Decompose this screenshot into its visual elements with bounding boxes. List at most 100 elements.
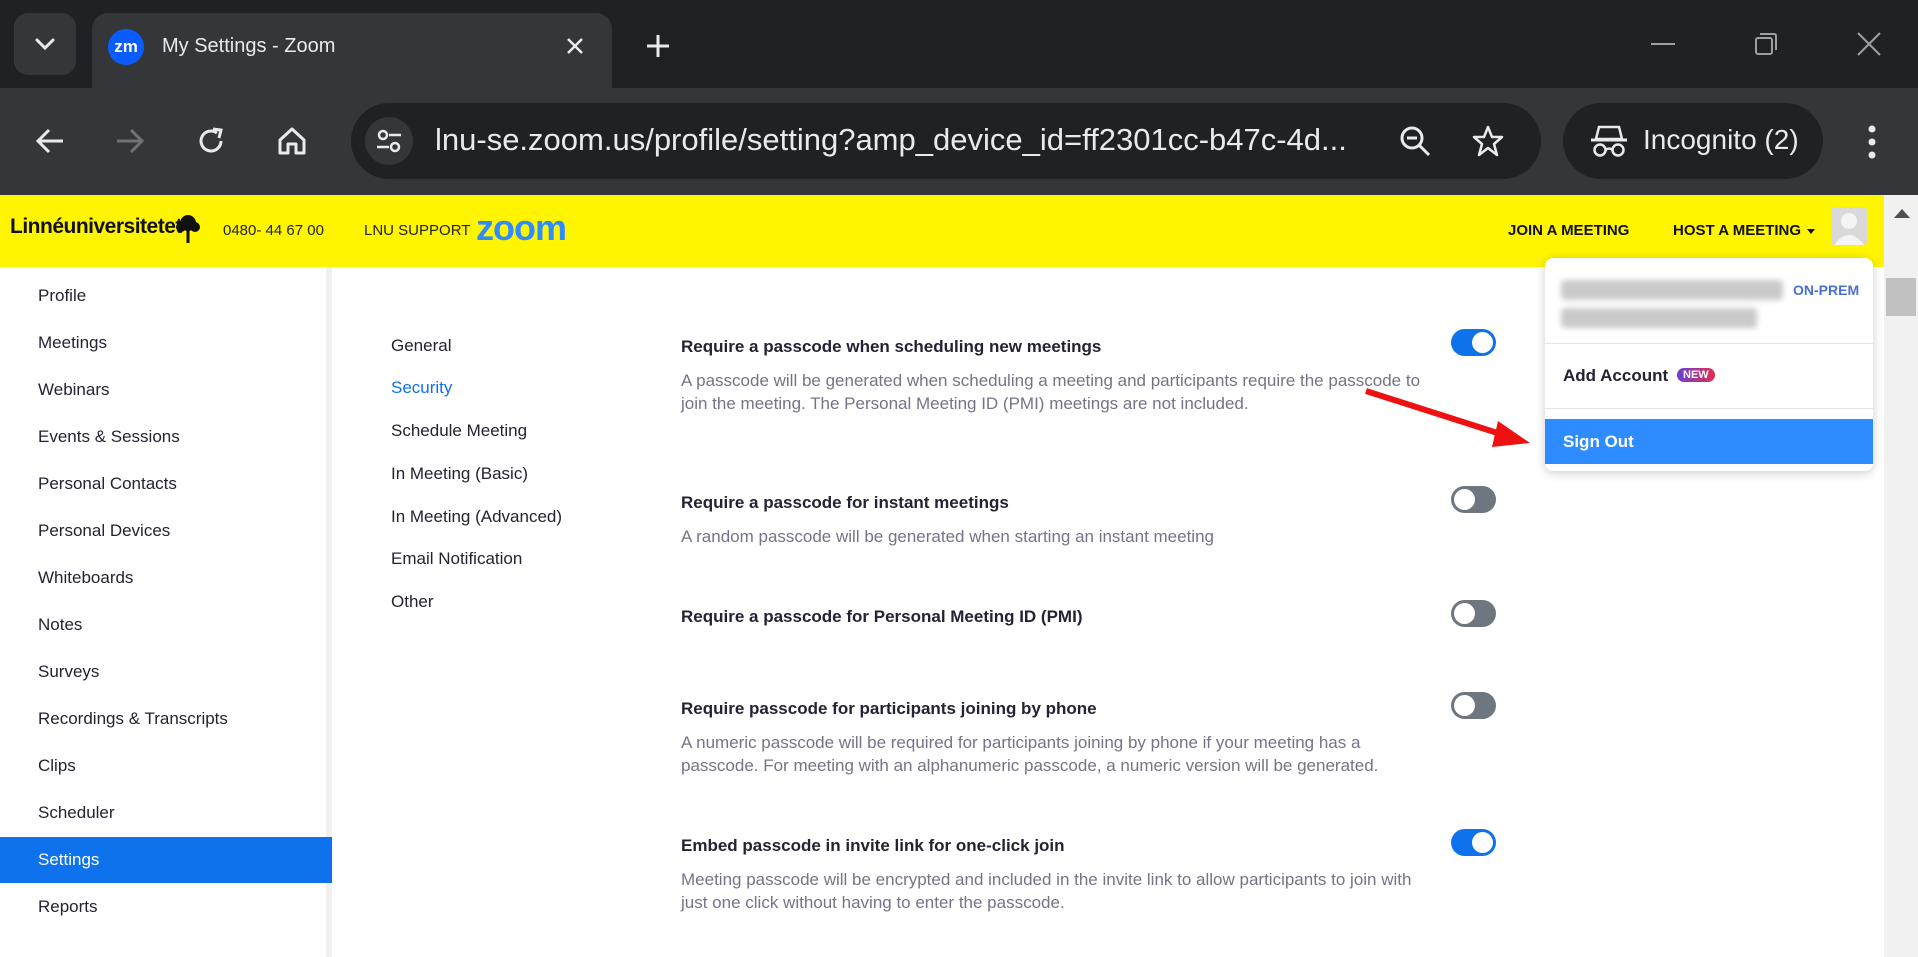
sidebar-item-settings[interactable]: Settings (0, 837, 332, 883)
sidebar-item-clips[interactable]: Clips (0, 743, 332, 789)
menu-divider (1545, 343, 1873, 344)
toggle-knob (1454, 489, 1475, 510)
toggle-passcode-phone[interactable] (1451, 692, 1496, 719)
minimize-button[interactable] (1640, 22, 1686, 66)
sidebar-item-recordings[interactable]: Recordings & Transcripts (0, 696, 332, 742)
home-button[interactable] (266, 115, 318, 167)
tab-close-button[interactable] (560, 31, 590, 61)
toggle-knob (1454, 603, 1475, 624)
menu-divider (1545, 408, 1873, 409)
setting-title: Require a passcode when scheduling new m… (681, 337, 1102, 356)
zoom-logo[interactable]: zoom (476, 207, 567, 249)
active-tab[interactable]: zm My Settings - Zoom (92, 13, 612, 88)
host-meeting-label: HOST A MEETING (1673, 222, 1802, 239)
caret-down-icon (1807, 228, 1816, 234)
reload-button[interactable] (185, 115, 237, 167)
page-scrollbar[interactable] (1884, 195, 1918, 957)
back-button[interactable] (24, 115, 76, 167)
scroll-thumb[interactable] (1886, 278, 1916, 316)
sidebar-item-surveys[interactable]: Surveys (0, 649, 332, 695)
scroll-up-icon[interactable] (1894, 209, 1910, 218)
avatar[interactable] (1831, 207, 1867, 245)
sidebar-item-profile[interactable]: Profile (0, 273, 332, 319)
browser-tab-strip: zm My Settings - Zoom (0, 0, 1918, 88)
setting-description: A numeric passcode will be required for … (681, 733, 1379, 775)
reload-icon (199, 127, 223, 153)
sidebar-item-events[interactable]: Events & Sessions (0, 414, 332, 460)
setting-description: A passcode will be generated when schedu… (681, 371, 1421, 413)
forward-button[interactable] (104, 115, 156, 167)
tree-logo-icon (176, 215, 200, 243)
sidebar-item-reports[interactable]: Reports (0, 884, 332, 930)
zoom-favicon: zm (108, 29, 144, 65)
toggle-passcode-pmi[interactable] (1451, 600, 1496, 627)
new-tab-button[interactable] (636, 24, 680, 68)
setting-title: Embed passcode in invite link for one-cl… (681, 836, 1065, 855)
subnav-other[interactable]: Other (391, 592, 434, 612)
subnav-in-meeting-basic[interactable]: In Meeting (Basic) (391, 464, 528, 484)
minimize-icon (1651, 43, 1675, 45)
site-info-button[interactable] (365, 117, 413, 165)
lnu-logo[interactable]: Linnéuniversitetet (10, 215, 182, 239)
url-text[interactable]: lnu-se.zoom.us/profile/setting?amp_devic… (435, 122, 1365, 158)
add-account-item[interactable]: Add Account (1563, 366, 1668, 386)
tab-title: My Settings - Zoom (162, 35, 336, 57)
site-header: Linnéuniversitetet 0480- 44 67 00 LNU SU… (0, 195, 1884, 267)
redacted-account-name (1561, 280, 1783, 300)
sidebar-item-meetings[interactable]: Meetings (0, 320, 332, 366)
sidebar-item-personal-devices[interactable]: Personal Devices (0, 508, 332, 554)
close-icon (1857, 32, 1881, 56)
setting-description: A random passcode will be generated when… (681, 527, 1214, 546)
browser-menu-button[interactable] (1852, 116, 1892, 168)
tab-list-icon (35, 38, 55, 51)
bookmark-star-icon (1472, 125, 1504, 157)
sign-out-item[interactable]: Sign Out (1545, 419, 1873, 464)
subnav-email-notification[interactable]: Email Notification (391, 549, 522, 569)
setting-title: Require a passcode for Personal Meeting … (681, 607, 1083, 626)
sidebar-item-webinars[interactable]: Webinars (0, 367, 332, 413)
support-phone: 0480- 44 67 00 (223, 222, 324, 239)
support-link[interactable]: LNU SUPPORT (364, 222, 470, 239)
toggle-knob (1472, 832, 1493, 853)
user-icon (1834, 213, 1864, 245)
toggle-passcode-scheduling[interactable] (1451, 329, 1496, 356)
sidebar-item-personal-contacts[interactable]: Personal Contacts (0, 461, 332, 507)
subnav-in-meeting-advanced[interactable]: In Meeting (Advanced) (391, 507, 562, 527)
site-info-icon (377, 129, 401, 153)
incognito-profile-button[interactable]: Incognito (2) (1563, 103, 1823, 179)
plus-icon (647, 35, 669, 57)
tab-search-button[interactable] (14, 13, 76, 75)
subnav-security[interactable]: Security (391, 378, 452, 398)
subnav-general[interactable]: General (391, 336, 451, 356)
toggle-knob (1454, 695, 1475, 716)
join-meeting-link[interactable]: JOIN A MEETING (1508, 222, 1629, 239)
main-sidebar: Profile Meetings Webinars Events & Sessi… (0, 267, 332, 957)
setting-description: Meeting passcode will be encrypted and i… (681, 870, 1412, 912)
address-bar[interactable]: lnu-se.zoom.us/profile/setting?amp_devic… (351, 103, 1541, 179)
page-zoom-button[interactable] (1395, 121, 1435, 161)
annotation-arrow-icon (1365, 388, 1530, 447)
home-icon (278, 127, 306, 155)
account-dropdown-menu: ON-PREM Add Account NEW Sign Out (1545, 258, 1873, 471)
host-meeting-dropdown[interactable]: HOST A MEETING (1673, 222, 1816, 239)
back-icon (35, 128, 63, 154)
browser-toolbar: lnu-se.zoom.us/profile/setting?amp_devic… (0, 88, 1918, 195)
close-icon (567, 38, 583, 54)
subnav-schedule-meeting[interactable]: Schedule Meeting (391, 421, 527, 441)
sidebar-item-whiteboards[interactable]: Whiteboards (0, 555, 332, 601)
bookmark-button[interactable] (1468, 121, 1508, 161)
toggle-embed-passcode[interactable] (1451, 829, 1496, 856)
zoom-page-icon (1400, 126, 1431, 157)
sidebar-item-scheduler[interactable]: Scheduler (0, 790, 332, 836)
new-badge: NEW (1677, 368, 1715, 382)
more-vert-icon (1868, 125, 1876, 159)
sidebar-item-notes[interactable]: Notes (0, 602, 332, 648)
toggle-knob (1472, 332, 1493, 353)
redacted-account-email (1561, 308, 1757, 328)
restore-button[interactable] (1743, 22, 1789, 66)
account-type-badge: ON-PREM (1793, 282, 1860, 298)
toggle-passcode-instant[interactable] (1451, 486, 1496, 513)
incognito-icon (1591, 125, 1627, 157)
incognito-label: Incognito (2) (1643, 124, 1799, 155)
window-close-button[interactable] (1846, 22, 1892, 66)
